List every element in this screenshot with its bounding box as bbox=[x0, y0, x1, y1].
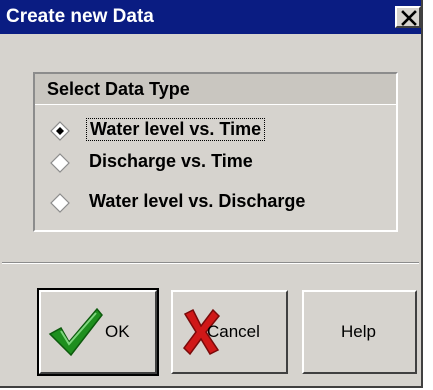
radio-label: Discharge vs. Time bbox=[89, 151, 253, 171]
help-button[interactable]: Help bbox=[302, 290, 417, 374]
divider bbox=[2, 262, 419, 264]
radio-label: Water level vs. Discharge bbox=[89, 191, 306, 211]
cancel-button[interactable]: Cancel bbox=[171, 290, 288, 374]
radio-label: Water level vs. Time bbox=[86, 118, 266, 141]
green-checkmark-icon bbox=[48, 307, 103, 357]
close-icon bbox=[401, 10, 417, 26]
radio-selected-icon bbox=[50, 121, 70, 141]
dialog-window: Create new Data Select Data Type Water l… bbox=[0, 0, 423, 388]
ok-button[interactable]: OK bbox=[37, 288, 159, 376]
radio-unselected-icon bbox=[50, 153, 70, 173]
group-title: Select Data Type bbox=[47, 79, 190, 99]
help-label: Help bbox=[341, 322, 376, 341]
group-header: Select Data Type bbox=[35, 74, 396, 105]
close-button[interactable] bbox=[395, 6, 421, 28]
radio-unselected-icon bbox=[50, 193, 70, 213]
data-type-group: Select Data Type Water level vs. Time Di… bbox=[33, 72, 398, 232]
title-bar[interactable]: Create new Data bbox=[0, 0, 421, 34]
window-title: Create new Data bbox=[6, 6, 154, 27]
ok-label: OK bbox=[105, 322, 130, 341]
cancel-label: Cancel bbox=[207, 322, 260, 341]
